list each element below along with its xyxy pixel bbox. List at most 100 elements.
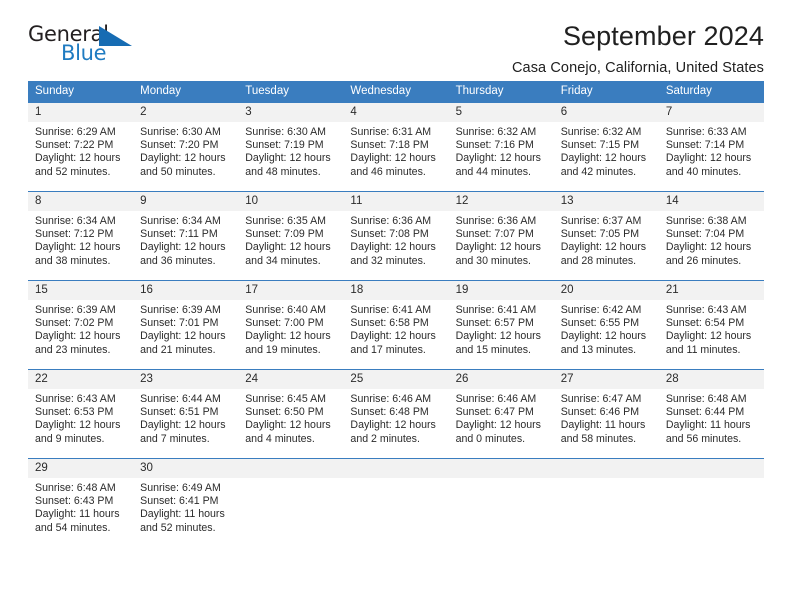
daylight-text-line1: Daylight: 12 hours [455,419,541,432]
day-cell[interactable]: Sunrise: 6:37 AM Sunset: 7:05 PM Dayligh… [554,211,659,280]
day-number[interactable]: 10 [238,192,343,211]
day-number[interactable]: 21 [659,281,764,300]
daylight-text-line2: and 28 minutes. [560,254,637,267]
day-number[interactable]: 18 [343,281,448,300]
day-number[interactable]: 20 [554,281,659,300]
day-cell[interactable]: Sunrise: 6:35 AM Sunset: 7:09 PM Dayligh… [238,211,343,280]
day-cell[interactable]: Sunrise: 6:39 AM Sunset: 7:01 PM Dayligh… [133,300,238,369]
sunrise-text: Sunrise: 6:32 AM [455,126,537,138]
day-cell[interactable]: Sunrise: 6:41 AM Sunset: 6:57 PM Dayligh… [449,300,554,369]
sunrise-text: Sunrise: 6:33 AM [665,126,747,138]
day-cell[interactable]: Sunrise: 6:36 AM Sunset: 7:07 PM Dayligh… [449,211,554,280]
day-number[interactable]: 4 [343,103,448,122]
sunrise-text: Sunrise: 6:46 AM [455,393,537,405]
daylight-text-line1: Daylight: 12 hours [665,330,752,343]
day-cell[interactable]: Sunrise: 6:38 AM Sunset: 7:04 PM Dayligh… [659,211,764,280]
day-number[interactable]: 13 [554,192,659,211]
day-number[interactable]: 26 [449,370,554,389]
calendar-week-row: 1 2 3 4 5 6 7 Sunrise: 6:29 AM Sunset: 7… [28,102,764,191]
weekday-header-thursday: Thursday [455,85,504,97]
day-cell[interactable]: Sunrise: 6:49 AM Sunset: 6:41 PM Dayligh… [133,478,238,547]
day-cell[interactable]: Sunrise: 6:40 AM Sunset: 7:00 PM Dayligh… [238,300,343,369]
day-number[interactable]: 30 [133,459,238,478]
sunrise-text: Sunrise: 6:39 AM [35,304,116,316]
day-number[interactable]: 6 [554,103,659,122]
day-cell[interactable]: Sunrise: 6:48 AM Sunset: 6:44 PM Dayligh… [659,389,764,458]
day-number[interactable]: 29 [28,459,133,478]
daylight-text-line1: Daylight: 12 hours [35,419,121,432]
weekday-header-wednesday: Wednesday [350,85,411,97]
day-cell-empty [449,478,554,547]
day-number[interactable]: 3 [238,103,343,122]
week-detail-row: Sunrise: 6:48 AM Sunset: 6:43 PM Dayligh… [28,478,764,547]
daylight-text-line2: and 17 minutes. [350,343,426,356]
day-cell[interactable]: Sunrise: 6:34 AM Sunset: 7:11 PM Dayligh… [133,211,238,280]
day-number[interactable]: 23 [133,370,238,389]
day-cell[interactable]: Sunrise: 6:43 AM Sunset: 6:54 PM Dayligh… [659,300,764,369]
daylight-text-line2: and 38 minutes. [35,254,111,267]
day-cell[interactable]: Sunrise: 6:44 AM Sunset: 6:51 PM Dayligh… [133,389,238,458]
day-number[interactable]: 28 [659,370,764,389]
day-number[interactable]: 7 [659,103,764,122]
sunrise-text: Sunrise: 6:41 AM [455,304,537,316]
day-cell[interactable]: Sunrise: 6:46 AM Sunset: 6:48 PM Dayligh… [343,389,448,458]
sunset-text: Sunset: 6:54 PM [665,317,745,330]
daylight-text-line1: Daylight: 12 hours [35,330,121,343]
day-cell[interactable]: Sunrise: 6:46 AM Sunset: 6:47 PM Dayligh… [449,389,554,458]
sunrise-text: Sunrise: 6:48 AM [665,393,747,405]
sunrise-text: Sunrise: 6:40 AM [245,304,326,316]
day-number[interactable]: 8 [28,192,133,211]
day-cell[interactable]: Sunrise: 6:33 AM Sunset: 7:14 PM Dayligh… [659,122,764,191]
logo-text-blue: Blue [61,41,107,65]
daylight-text-line2: and 56 minutes. [665,432,742,445]
sunset-text: Sunset: 6:58 PM [350,317,429,330]
day-cell[interactable]: Sunrise: 6:36 AM Sunset: 7:08 PM Dayligh… [343,211,448,280]
day-cell[interactable]: Sunrise: 6:34 AM Sunset: 7:12 PM Dayligh… [28,211,133,280]
day-cell[interactable]: Sunrise: 6:30 AM Sunset: 7:20 PM Dayligh… [133,122,238,191]
sunset-text: Sunset: 6:53 PM [35,406,114,419]
sunrise-text: Sunrise: 6:35 AM [245,215,326,227]
day-cell[interactable]: Sunrise: 6:43 AM Sunset: 6:53 PM Dayligh… [28,389,133,458]
day-number[interactable]: 24 [238,370,343,389]
day-number[interactable]: 17 [238,281,343,300]
daylight-text-line1: Daylight: 12 hours [350,241,436,254]
day-number[interactable]: 25 [343,370,448,389]
day-cell[interactable]: Sunrise: 6:42 AM Sunset: 6:55 PM Dayligh… [554,300,659,369]
sunrise-text: Sunrise: 6:30 AM [245,126,326,138]
sunset-text: Sunset: 7:07 PM [455,228,534,241]
weekday-header-row: Sunday Monday Tuesday Wednesday Thursday… [28,81,764,102]
calendar-week-row: 15 16 17 18 19 20 21 Sunrise: 6:39 AM Su… [28,280,764,369]
day-number[interactable]: 2 [133,103,238,122]
day-cell[interactable]: Sunrise: 6:41 AM Sunset: 6:58 PM Dayligh… [343,300,448,369]
sunrise-text: Sunrise: 6:49 AM [140,482,221,494]
day-cell[interactable]: Sunrise: 6:47 AM Sunset: 6:46 PM Dayligh… [554,389,659,458]
sunrise-text: Sunrise: 6:39 AM [140,304,221,316]
day-cell[interactable]: Sunrise: 6:39 AM Sunset: 7:02 PM Dayligh… [28,300,133,369]
sunset-text: Sunset: 7:01 PM [140,317,219,330]
day-number[interactable]: 15 [28,281,133,300]
day-number[interactable]: 1 [28,103,133,122]
general-blue-logo[interactable]: General Blue [28,20,143,68]
sunrise-text: Sunrise: 6:45 AM [245,393,326,405]
day-cell[interactable]: Sunrise: 6:32 AM Sunset: 7:15 PM Dayligh… [554,122,659,191]
day-cell[interactable]: Sunrise: 6:30 AM Sunset: 7:19 PM Dayligh… [238,122,343,191]
day-number[interactable]: 14 [659,192,764,211]
day-number[interactable]: 19 [449,281,554,300]
day-number[interactable]: 12 [449,192,554,211]
day-cell[interactable]: Sunrise: 6:48 AM Sunset: 6:43 PM Dayligh… [28,478,133,547]
day-cell[interactable]: Sunrise: 6:45 AM Sunset: 6:50 PM Dayligh… [238,389,343,458]
day-cell[interactable]: Sunrise: 6:31 AM Sunset: 7:18 PM Dayligh… [343,122,448,191]
day-cell[interactable]: Sunrise: 6:32 AM Sunset: 7:16 PM Dayligh… [449,122,554,191]
day-number[interactable]: 9 [133,192,238,211]
day-cell-empty [554,478,659,547]
sunrise-text: Sunrise: 6:47 AM [560,393,642,405]
daylight-text-line1: Daylight: 12 hours [665,152,752,165]
day-number[interactable]: 16 [133,281,238,300]
day-number[interactable]: 5 [449,103,554,122]
day-number[interactable]: 22 [28,370,133,389]
day-number[interactable]: 11 [343,192,448,211]
day-cell[interactable]: Sunrise: 6:29 AM Sunset: 7:22 PM Dayligh… [28,122,133,191]
day-number[interactable]: 27 [554,370,659,389]
calendar-week-row: 8 9 10 11 12 13 14 Sunrise: 6:34 AM Suns… [28,191,764,280]
weekday-header-saturday: Saturday [665,85,712,97]
